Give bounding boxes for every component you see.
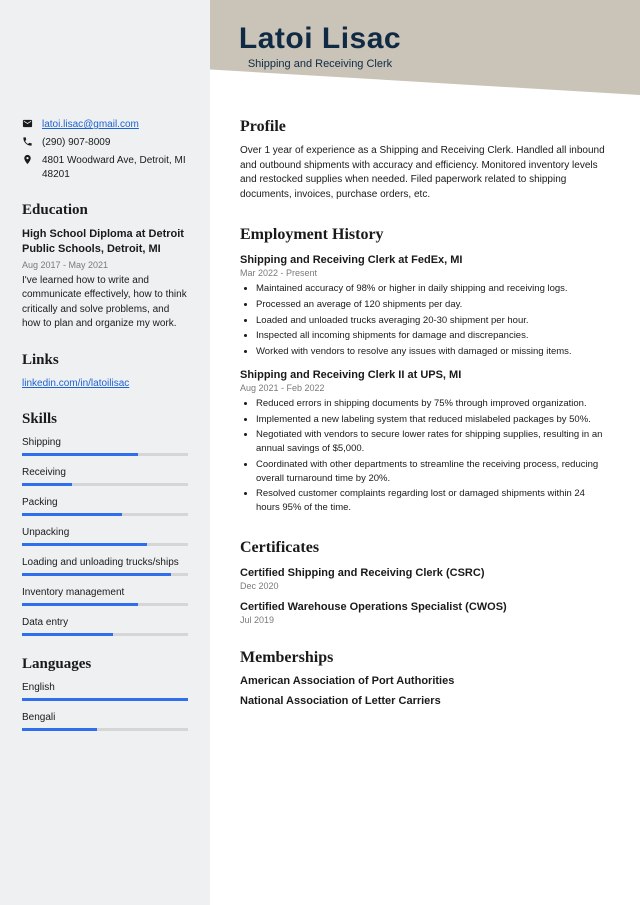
skill-bar	[22, 543, 188, 546]
job-bullets: Reduced errors in shipping documents by …	[240, 397, 610, 515]
language-item: Bengali	[22, 711, 188, 731]
skill-bar	[22, 573, 188, 576]
skill-name: Inventory management	[22, 586, 188, 599]
skills-heading: Skills	[22, 411, 188, 428]
header: Latoi Lisac Shipping and Receiving Clerk	[0, 0, 640, 95]
certificate-date: Jul 2019	[240, 615, 610, 625]
skill-item: Unpacking	[22, 526, 188, 546]
membership-item: American Association of Port Authorities	[240, 675, 610, 687]
certificate-title: Certified Shipping and Receiving Clerk (…	[240, 567, 610, 579]
skill-bar-fill	[22, 573, 171, 576]
job-bullet: Implemented a new labeling system that r…	[256, 413, 610, 427]
contact-address-row: 4801 Woodward Ave, Detroit, MI 48201	[22, 154, 188, 182]
language-name: English	[22, 681, 188, 694]
skill-bar-fill	[22, 453, 138, 456]
languages-heading: Languages	[22, 656, 188, 673]
skill-name: Unpacking	[22, 526, 188, 539]
skill-name: Receiving	[22, 466, 188, 479]
education-title: High School Diploma at Detroit Public Sc…	[22, 227, 188, 258]
job-date: Aug 2021 - Feb 2022	[240, 383, 610, 393]
job-bullet: Maintained accuracy of 98% or higher in …	[256, 282, 610, 296]
certificate-title: Certified Warehouse Operations Specialis…	[240, 601, 610, 613]
skill-bar	[22, 603, 188, 606]
certificate-date: Dec 2020	[240, 581, 610, 591]
job-bullet: Coordinated with other departments to st…	[256, 458, 610, 486]
skill-name: Shipping	[22, 436, 188, 449]
address-text: 4801 Woodward Ave, Detroit, MI 48201	[42, 154, 188, 182]
skill-bar-fill	[22, 633, 113, 636]
job-title-subtitle: Shipping and Receiving Clerk	[0, 58, 640, 70]
job-title: Shipping and Receiving Clerk at FedEx, M…	[240, 254, 610, 266]
skill-name: Loading and unloading trucks/ships	[22, 556, 188, 569]
membership-item: National Association of Letter Carriers	[240, 695, 610, 707]
profile-text: Over 1 year of experience as a Shipping …	[240, 144, 610, 202]
job-date: Mar 2022 - Present	[240, 268, 610, 278]
job-bullet: Loaded and unloaded trucks averaging 20-…	[256, 314, 610, 328]
certificates-heading: Certificates	[240, 539, 610, 557]
employment-heading: Employment History	[240, 226, 610, 244]
skill-bar	[22, 483, 188, 486]
job-bullet: Reduced errors in shipping documents by …	[256, 397, 610, 411]
education-desc: I've learned how to write and communicat…	[22, 274, 188, 332]
name: Latoi Lisac	[0, 22, 640, 56]
links-heading: Links	[22, 352, 188, 369]
sidebar: latoi.lisac@gmail.com (290) 907-8009 480…	[0, 0, 210, 905]
job-bullets: Maintained accuracy of 98% or higher in …	[240, 282, 610, 359]
skill-name: Data entry	[22, 616, 188, 629]
skill-item: Data entry	[22, 616, 188, 636]
language-bar-fill	[22, 698, 188, 701]
language-item: English	[22, 681, 188, 701]
skill-bar-fill	[22, 543, 147, 546]
email-icon	[22, 118, 34, 129]
job-bullet: Resolved customer complaints regarding l…	[256, 487, 610, 515]
job-title: Shipping and Receiving Clerk II at UPS, …	[240, 369, 610, 381]
skill-bar	[22, 633, 188, 636]
job-bullet: Processed an average of 120 shipments pe…	[256, 298, 610, 312]
language-bar	[22, 728, 188, 731]
skill-bar	[22, 453, 188, 456]
skill-item: Inventory management	[22, 586, 188, 606]
contact-phone-row: (290) 907-8009	[22, 136, 188, 150]
language-name: Bengali	[22, 711, 188, 724]
link-item[interactable]: linkedin.com/in/latoilisac	[22, 377, 188, 392]
job-bullet: Negotiated with vendors to secure lower …	[256, 428, 610, 456]
job-bullet: Inspected all incoming shipments for dam…	[256, 329, 610, 343]
skill-item: Receiving	[22, 466, 188, 486]
education-heading: Education	[22, 202, 188, 219]
language-bar	[22, 698, 188, 701]
email-link[interactable]: latoi.lisac@gmail.com	[42, 118, 139, 132]
profile-heading: Profile	[240, 118, 610, 136]
memberships-heading: Memberships	[240, 649, 610, 667]
skill-bar	[22, 513, 188, 516]
phone-icon	[22, 136, 34, 147]
skill-bar-fill	[22, 513, 122, 516]
skill-item: Shipping	[22, 436, 188, 456]
skill-item: Packing	[22, 496, 188, 516]
job-bullet: Worked with vendors to resolve any issue…	[256, 345, 610, 359]
skill-bar-fill	[22, 483, 72, 486]
main-content: Profile Over 1 year of experience as a S…	[210, 0, 640, 905]
phone-text: (290) 907-8009	[42, 136, 110, 150]
contact-email-row: latoi.lisac@gmail.com	[22, 118, 188, 132]
skill-item: Loading and unloading trucks/ships	[22, 556, 188, 576]
skill-name: Packing	[22, 496, 188, 509]
education-date: Aug 2017 - May 2021	[22, 260, 188, 270]
language-bar-fill	[22, 728, 97, 731]
location-icon	[22, 154, 34, 165]
skill-bar-fill	[22, 603, 138, 606]
